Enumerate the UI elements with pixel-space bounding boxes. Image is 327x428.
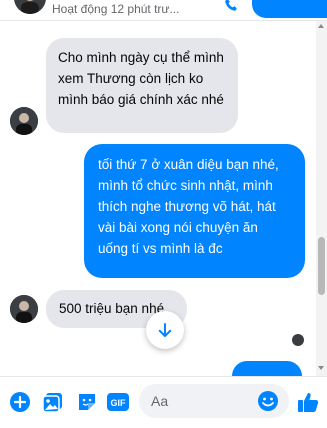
outgoing-message[interactable]: tối thứ 7 ở xuân diệu bạn nhé, mình tổ c… <box>84 144 305 278</box>
phone-icon[interactable] <box>224 0 238 12</box>
message-text: tối thứ 7 ở xuân diệu bạn nhé, mình tổ c… <box>98 157 279 256</box>
seen-indicator-avatar <box>292 334 304 346</box>
incoming-message[interactable]: Cho mình ngày cụ thể mình xem Thương còn… <box>46 38 238 133</box>
sender-avatar[interactable] <box>10 295 38 323</box>
scrollbar-track[interactable] <box>316 20 327 376</box>
header-blue-bar <box>252 0 327 18</box>
sender-avatar[interactable] <box>10 107 38 135</box>
gif-label: GIF <box>111 398 127 408</box>
sticker-icon[interactable] <box>76 391 98 413</box>
scrollbar-up-arrow[interactable] <box>318 24 324 28</box>
scrollbar-down-arrow[interactable] <box>318 366 324 370</box>
scrollbar-thumb[interactable] <box>318 237 325 295</box>
message-text: 500 triệu bạn nhé <box>59 301 165 316</box>
chat-header: Hoạt động 12 phút trư... <box>0 0 327 21</box>
active-status: Hoạt động 12 phút trư... <box>52 2 180 16</box>
gif-icon[interactable]: GIF <box>106 391 130 413</box>
message-text: Cho mình ngày cụ thể mình xem Thương còn… <box>58 50 224 107</box>
message-input[interactable] <box>151 391 256 411</box>
scroll-to-bottom-button[interactable] <box>146 311 184 349</box>
plus-circle-icon[interactable] <box>9 391 31 413</box>
smiley-icon[interactable] <box>257 390 279 412</box>
thumbs-up-icon[interactable] <box>296 390 320 414</box>
contact-avatar[interactable] <box>14 0 46 14</box>
arrow-down-icon <box>158 323 172 337</box>
message-composer: GIF <box>0 376 327 428</box>
image-icon[interactable] <box>42 391 64 413</box>
